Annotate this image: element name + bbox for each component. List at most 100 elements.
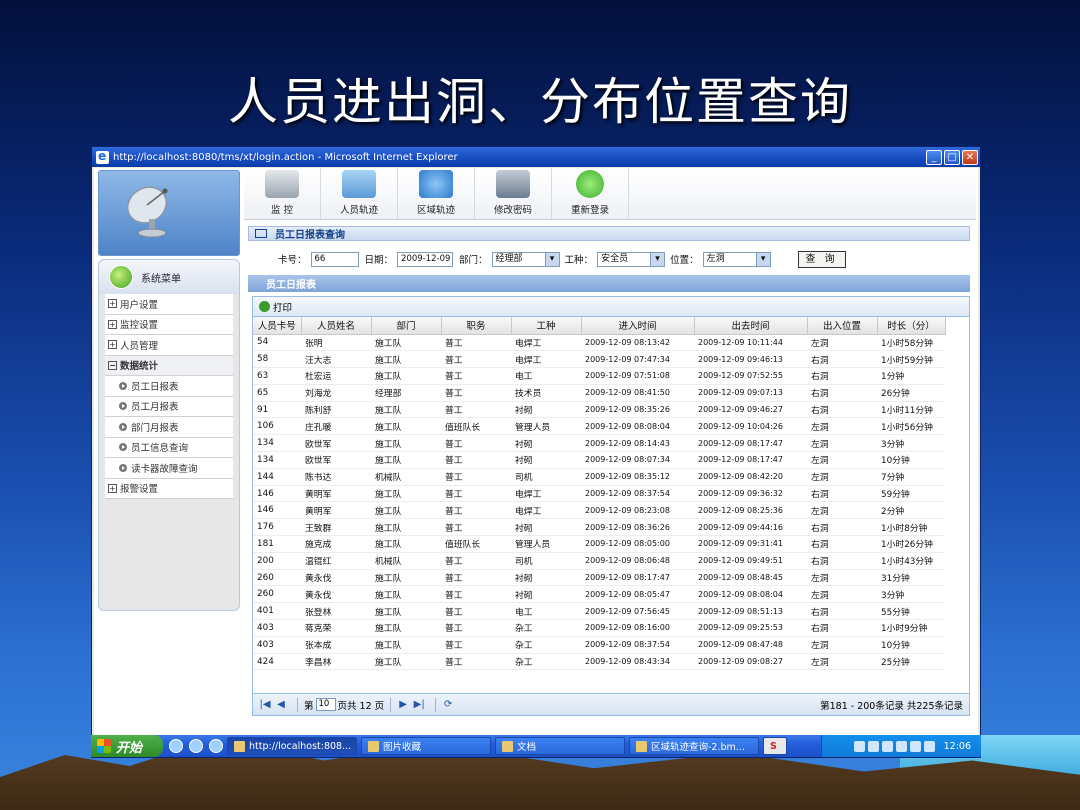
tool-person-track[interactable]: 人员轨迹 [321,168,398,219]
table-cell: 张明 [301,334,371,352]
task-documents[interactable]: 文档 [495,737,625,755]
query-button[interactable]: 查 询 [797,250,846,268]
column-header[interactable]: 人员姓名 [301,317,372,335]
column-header[interactable]: 部门 [371,317,442,335]
menu-sub-dept-report[interactable]: 部门月报表 [105,417,233,438]
quicklaunch-ie-icon[interactable] [169,739,183,753]
task-label: http://localhost:808... [249,740,352,752]
menu-item-user-settings[interactable]: + 用户设置 [105,294,233,315]
column-header[interactable]: 时长（分） [877,317,946,335]
refresh-button[interactable]: ⟳ [442,699,454,711]
menu-item-statistics[interactable]: − 数据统计 [105,355,233,376]
position-select[interactable]: 左洞 [702,251,771,267]
table-row[interactable]: 134 欧世军 施工队 普工 衬砌 2009-12-09 08:14:43 2009-12-… [253,434,945,453]
close-button[interactable]: ✕ [962,149,978,165]
task-s-app[interactable]: S [763,737,787,755]
menu-item-alarm-settings[interactable]: + 报警设置 [105,478,233,499]
pager-separator [435,697,437,712]
table-cell: 普工 [441,334,511,352]
table-cell: 1小时11分钟 [877,401,945,419]
column-header[interactable]: 出去时间 [694,317,808,335]
date-input[interactable]: 2009-12-09 [397,251,454,267]
table-cell: 管理人员 [511,535,581,553]
table-cell: 2009-12-09 08:25:36 [694,501,807,520]
card-input[interactable]: 66 [310,251,359,267]
table-row[interactable]: 260 黄永伐 施工队 普工 衬砌 2009-12-09 08:17:47 2009-12-… [253,569,945,587]
table-row[interactable]: 260 黄永伐 施工队 普工 衬砌 2009-12-09 08:05:47 2009-12-… [253,585,945,604]
table-cell: 施工队 [371,501,441,520]
table-cell: 200 [253,552,301,570]
menu-sub-employee-query[interactable]: 员工信息查询 [105,437,233,458]
start-button[interactable]: 开始 [91,735,163,757]
table-row[interactable]: 200 温锟红 机械队 普工 司机 2009-12-09 08:06:48 2009-12-… [253,552,945,570]
column-header[interactable]: 进入时间 [581,317,695,335]
table-row[interactable]: 146 黄明军 施工队 普工 电焊工 2009-12-09 08:23:08 2009-12… [253,501,945,520]
tool-monitor[interactable]: 监 控 [244,168,321,219]
table-row[interactable]: 134 欧世军 施工队 普工 衬砌 2009-12-09 08:07:34 2009-12-… [253,451,945,469]
table-cell: 右洞 [807,619,877,637]
table-cell: 2009-12-09 08:51:13 [694,602,807,621]
table-cell: 55分钟 [877,602,945,621]
tray-icon[interactable] [909,740,921,752]
menu-sub-monthly-report[interactable]: 员工月报表 [105,396,233,417]
quicklaunch-media-icon[interactable] [189,739,203,753]
task-pictures[interactable]: 图片收藏 [361,737,491,755]
tray-icon[interactable] [923,740,935,752]
table-cell: 2009-12-09 08:47:48 [694,636,807,654]
tool-area-track[interactable]: 区域轨迹 [398,168,475,219]
next-page-button[interactable]: ▶ [397,699,409,711]
print-button[interactable]: 打印 [273,300,292,314]
table-cell: 衬砌 [511,518,581,537]
prev-page-button[interactable]: ◀ [275,699,287,711]
tool-change-password[interactable]: 修改密码 [475,168,552,219]
task-browser[interactable]: http://localhost:808... [227,737,357,755]
table-row[interactable]: 65 刘海龙 经理部 普工 技术员 2009-12-09 08:41:50 2009-12-… [253,384,945,402]
collapse-icon: − [108,360,117,370]
tray-icon[interactable] [867,740,879,752]
table-cell: 黄永伐 [301,569,371,587]
column-header[interactable]: 出入位置 [807,317,878,335]
column-header[interactable]: 人员卡号 [253,317,302,335]
system-menu-header: 系统菜单 [99,260,239,294]
menu-sub-daily-report[interactable]: 员工日报表 [105,376,233,397]
column-header[interactable]: 工种 [511,317,582,335]
table-row[interactable]: 54 张明 施工队 普工 电焊工 2009-12-09 08:13:42 2009-12-0… [253,334,945,352]
table-row[interactable]: 403 蒋克荣 施工队 普工 杂工 2009-12-09 08:16:00 2009-12-… [253,619,945,637]
tray-icon[interactable] [895,740,907,752]
table-row[interactable]: 144 陈书达 机械队 普工 司机 2009-12-09 08:35:12 2009-12-… [253,468,945,486]
tool-label: 重新登录 [570,205,609,216]
quicklaunch-desktop-icon[interactable] [209,739,223,753]
table-cell: 普工 [441,350,511,369]
menu-sub-reader-fault[interactable]: 读卡器故障查询 [105,458,233,479]
menu-item-personnel[interactable]: + 人员管理 [105,335,233,356]
dept-select[interactable]: 经理部 [491,251,560,267]
table-row[interactable]: 176 王致群 施工队 普工 衬砌 2009-12-09 08:36:26 2009-12-… [253,518,945,537]
table-row[interactable]: 91 陈利舒 施工队 普工 衬砌 2009-12-09 08:35:26 2009-12-0… [253,401,945,419]
tray-icon[interactable] [853,740,865,752]
table-row[interactable]: 63 杜宏运 施工队 普工 电工 2009-12-09 07:51:08 2009-12-0… [253,367,945,385]
table-row[interactable]: 401 张登林 施工队 普工 电工 2009-12-09 07:56:45 2009-12-… [253,602,945,621]
table-row[interactable]: 181 施克成 施工队 值班队长 管理人员 2009-12-09 08:05:00 2009… [253,535,945,553]
table-row[interactable]: 424 李昌林 施工队 普工 杂工 2009-12-09 08:43:34 2009-12-… [253,653,945,671]
last-page-button[interactable]: ▶| [413,699,425,711]
task-paint[interactable]: 区域轨迹查询-2.bm... [629,737,759,755]
menu-item-label: 监控设置 [120,320,159,332]
maximize-button[interactable]: □ [944,149,960,165]
menu-item-monitor-settings[interactable]: + 监控设置 [105,314,233,335]
first-page-button[interactable]: |◀ [259,699,271,711]
tool-relogin[interactable]: 重新登录 [552,168,629,219]
table-row[interactable]: 106 庄孔暖 施工队 值班队长 管理人员 2009-12-09 08:08:04 2009… [253,417,945,436]
table-row[interactable]: 146 黄明军 施工队 普工 电焊工 2009-12-09 08:37:54 2009-12… [253,485,945,503]
table-row[interactable]: 403 张本成 施工队 普工 杂工 2009-12-09 08:37:54 2009-12-… [253,636,945,654]
table-cell: 普工 [441,468,511,486]
column-header[interactable]: 职务 [441,317,512,335]
tray-icon[interactable] [881,740,893,752]
table-cell: 260 [253,585,301,604]
folder-icon [502,740,513,752]
table-row[interactable]: 58 汪大志 施工队 普工 电焊工 2009-12-09 07:47:34 2009-12-… [253,350,945,369]
table-cell: 机械队 [371,468,441,486]
minimize-button[interactable]: _ [926,149,942,165]
page-number-input[interactable]: 10 [315,698,336,711]
table-cell: 1小时8分钟 [877,518,945,537]
type-select[interactable]: 安全员 [597,251,666,267]
